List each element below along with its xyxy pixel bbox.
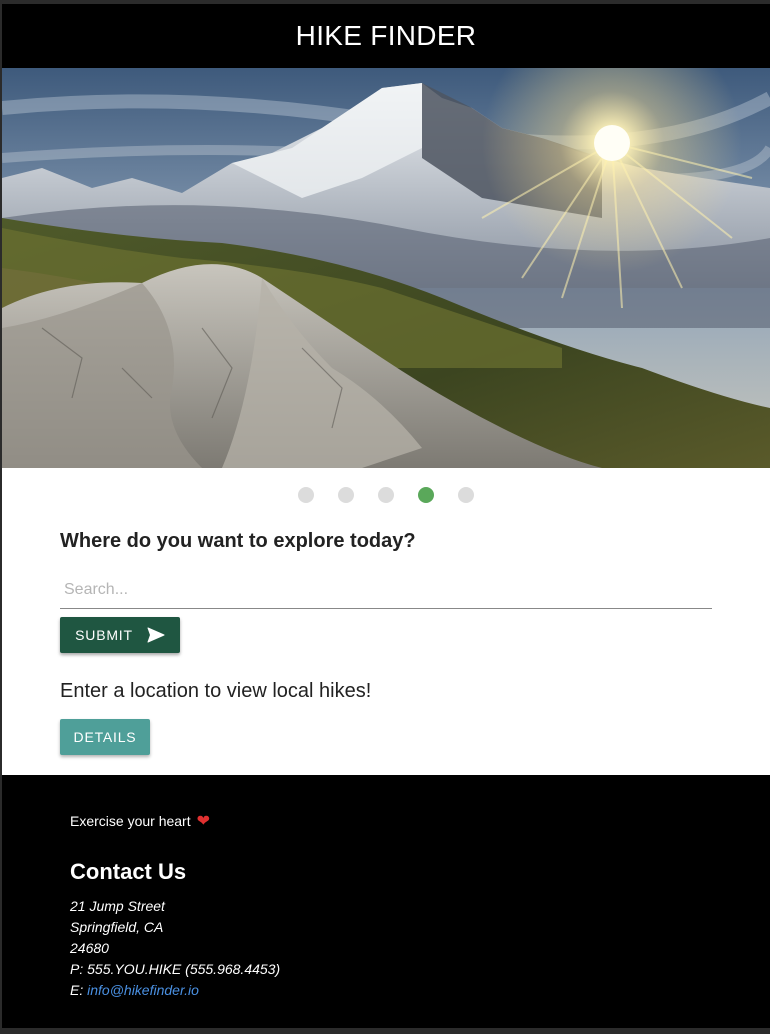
search-section: Where do you want to explore today? SUBM… (2, 522, 770, 774)
carousel-dot[interactable] (298, 487, 314, 503)
address-line: 21 Jump Street (70, 898, 165, 914)
address-line: 24680 (70, 940, 109, 956)
search-input[interactable] (60, 571, 712, 609)
app-title: HIKE FINDER (295, 20, 477, 51)
carousel-indicators (2, 468, 770, 522)
email-line: E: info@hikefinder.io (70, 980, 770, 1001)
results-hint: Enter a location to view local hikes! (60, 680, 372, 702)
email-prefix: E: (70, 982, 88, 998)
submit-button-label: SUBMIT (75, 627, 133, 643)
tagline-text: Exercise your heart (70, 813, 191, 829)
contact-address: 21 Jump Street Springfield, CA 24680 P: … (70, 896, 770, 1001)
mountain-sunset-image (2, 68, 770, 468)
contact-title: Contact Us (70, 859, 187, 884)
hero-carousel-image (2, 68, 770, 468)
carousel-dot-active[interactable] (418, 487, 434, 503)
app-frame: HIKE FINDER Where do you want to explore… (2, 4, 770, 1028)
app-header: HIKE FINDER (2, 4, 770, 68)
send-icon (147, 627, 165, 643)
details-button[interactable]: DETAILS (60, 719, 150, 755)
carousel-dot[interactable] (338, 487, 354, 503)
search-question: Where do you want to explore today? (60, 530, 416, 552)
email-link[interactable]: info@hikefinder.io (87, 982, 199, 998)
address-line: Springfield, CA (70, 919, 164, 935)
submit-button[interactable]: SUBMIT (60, 617, 180, 653)
phone-line: P: 555.YOU.HIKE (555.968.4453) (70, 961, 281, 977)
carousel-dot[interactable] (378, 487, 394, 503)
carousel-dot[interactable] (458, 487, 474, 503)
page-footer: Exercise your heart ❤ Contact Us 21 Jump… (2, 775, 770, 1028)
footer-tagline: Exercise your heart ❤ (70, 811, 770, 831)
heart-icon: ❤ (196, 813, 211, 830)
